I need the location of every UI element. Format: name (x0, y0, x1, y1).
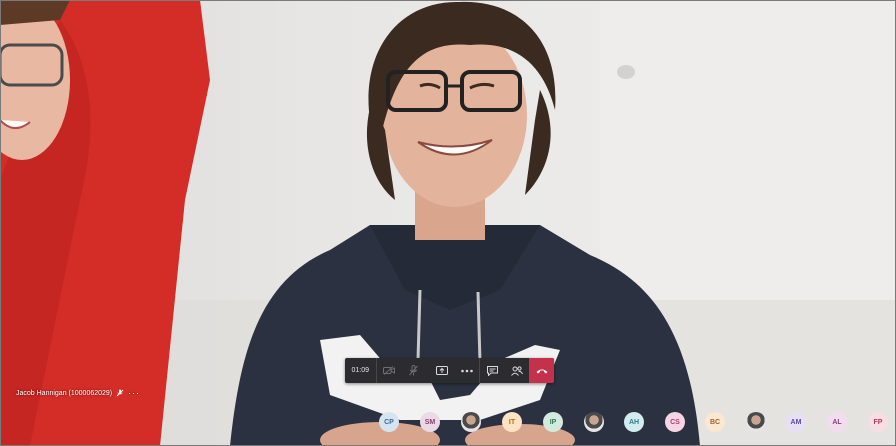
roster-avatar-initials: FP (873, 418, 883, 426)
call-controls-bar: 01:09 (345, 358, 554, 383)
chat-button[interactable] (480, 358, 505, 383)
participant-name: Jacob Hannigan (1000062029) (16, 389, 113, 397)
roster-avatar[interactable]: AH (624, 412, 644, 432)
roster-avatar-initials: IT (508, 418, 516, 426)
roster-avatar-initials: CP (384, 418, 394, 426)
chat-icon (486, 365, 498, 376)
participants-icon (511, 365, 523, 376)
mic-off-icon (116, 389, 124, 397)
camera-off-icon (382, 366, 395, 375)
roster-avatar[interactable]: SM (420, 412, 440, 432)
participant-more-options[interactable]: ··· (128, 388, 140, 398)
roster-avatar-initials: CS (670, 418, 680, 426)
share-screen-button[interactable] (430, 358, 455, 383)
more-icon (460, 369, 473, 372)
roster-avatar[interactable]: IP (543, 412, 563, 432)
mic-toggle-button[interactable] (401, 358, 426, 383)
roster-avatar[interactable]: CP (379, 412, 399, 432)
participants-button[interactable] (505, 358, 530, 383)
roster-avatar-photo[interactable] (746, 412, 766, 432)
roster-avatar-initials: AL (832, 418, 842, 426)
roster-avatar-initials: IP (549, 418, 557, 426)
roster-avatar-photo[interactable] (461, 412, 481, 432)
call-timer: 01:09 (351, 367, 370, 374)
roster-avatar-initials: AH (628, 418, 640, 426)
roster-avatar[interactable]: IT (502, 412, 522, 432)
roster-avatar-initials: BC (709, 418, 721, 426)
roster-avatar[interactable]: AM (786, 412, 806, 432)
mic-off-icon (409, 365, 418, 376)
roster-avatar-initials: AM (790, 418, 802, 426)
participant-roster: CP SM IT IP AH CS BC AM AL FP (377, 412, 896, 434)
participant-name-tag: Jacob Hannigan (1000062029) ··· (16, 387, 140, 399)
camera-toggle-button[interactable] (377, 358, 402, 383)
roster-avatar[interactable]: FP (868, 412, 888, 432)
roster-avatar[interactable]: BC (705, 412, 725, 432)
roster-avatar[interactable]: AL (827, 412, 847, 432)
roster-avatar-photo[interactable] (584, 412, 604, 432)
more-actions-button[interactable] (454, 358, 479, 383)
hang-up-icon (536, 369, 548, 373)
roster-avatar[interactable]: CS (665, 412, 685, 432)
hang-up-button[interactable] (529, 358, 554, 383)
roster-avatar-initials: SM (424, 418, 436, 426)
share-screen-icon (436, 365, 449, 375)
